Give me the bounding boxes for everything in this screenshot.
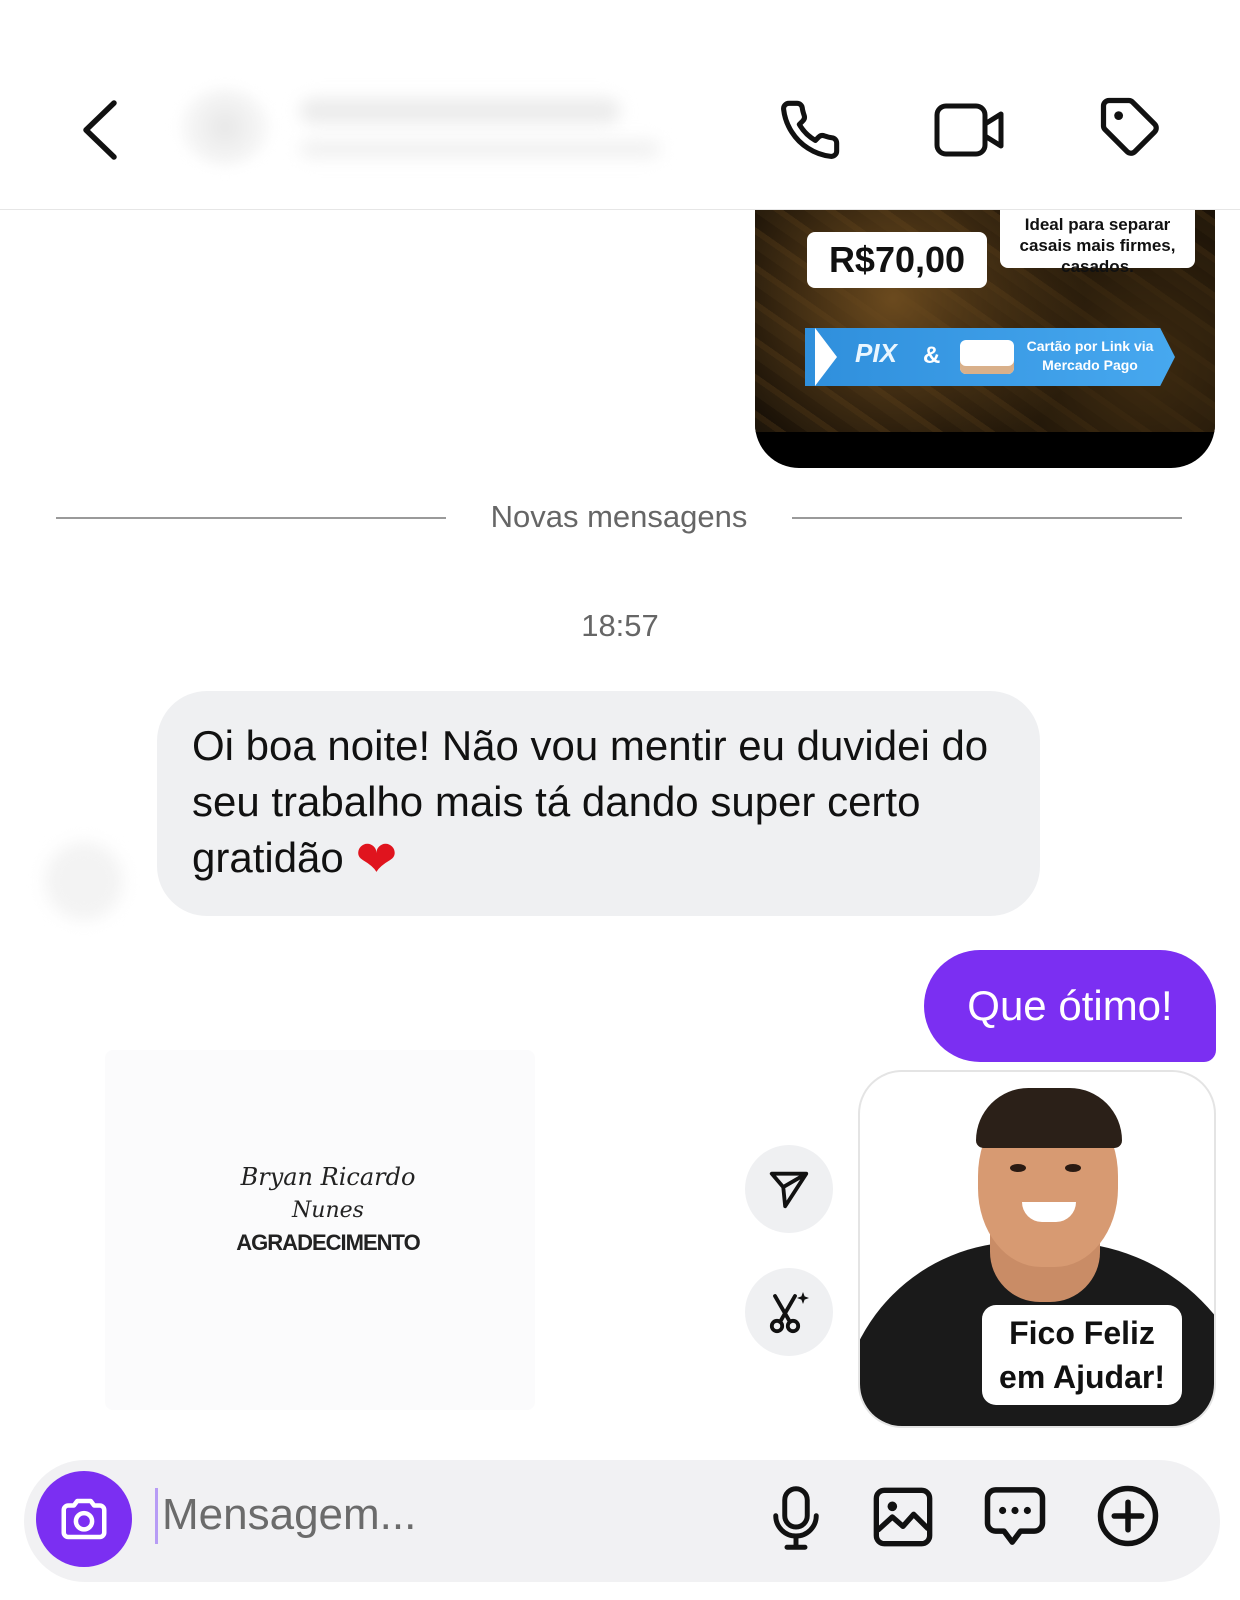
contact-subtitle [300,140,660,158]
contact-avatar[interactable] [180,88,270,166]
sticker-caption-line1: Fico Feliz [1009,1315,1155,1351]
sticker-caption: Fico Feliz em Ajudar! [982,1305,1182,1405]
image-attachment[interactable]: Bryan Ricardo Nunes AGRADECIMENTO [105,1050,535,1410]
call-button[interactable] [775,95,845,165]
chat-bubble-icon [984,1487,1046,1545]
divider-line-left [56,517,446,519]
back-button[interactable] [70,95,130,165]
message-input[interactable] [162,1480,722,1550]
chevron-left-icon [83,100,117,160]
voice-message-button[interactable] [763,1480,829,1556]
video-camera-icon [934,103,1004,157]
sender-avatar[interactable] [45,842,123,920]
ampersand-label: & [923,342,941,369]
person-hair [976,1088,1122,1148]
outgoing-message-bubble[interactable]: Que ótimo! [924,950,1216,1062]
sticker-image[interactable]: Fico Feliz em Ajudar! [858,1070,1216,1428]
ideal-text: Ideal para separar casais mais firmes, c… [1000,210,1195,276]
tag-icon [1100,97,1159,156]
phone-icon [781,100,840,159]
signature-surname: Nunes [292,1198,364,1223]
signature-title: AGRADECIMENTO [236,1230,420,1255]
new-messages-divider: Novas mensagens [490,499,748,534]
payment-banner: PIX & Cartão por Link via Mercado Pago [805,328,1175,386]
plus-circle-icon [1097,1485,1159,1547]
incoming-message-text: Oi boa noite! Não vou mentir eu duvidei … [192,722,989,881]
heart-emoji: ❤ [355,830,398,888]
signature-name: Bryan Ricardo [240,1163,416,1191]
divider-line-right [792,517,1182,519]
card-payment-text: Cartão por Link via Mercado Pago [1026,338,1154,373]
camera-icon [61,1498,107,1540]
pix-label: PIX [855,338,897,368]
more-options-button[interactable] [1092,1480,1164,1552]
tag-button[interactable] [1095,92,1167,164]
incoming-message-bubble[interactable]: Oi boa noite! Não vou mentir eu duvidei … [157,691,1040,916]
person-eye-left [1010,1164,1026,1172]
share-button[interactable] [745,1145,833,1233]
outgoing-message-text: Que ótimo! [967,982,1173,1029]
gallery-button[interactable] [868,1482,938,1552]
image-icon [873,1487,933,1547]
camera-button[interactable] [36,1471,132,1567]
shared-media-card[interactable]: R$70,00 Ideal para separar casais mais f… [755,210,1215,468]
sticker-button[interactable] [980,1480,1050,1552]
person-eye-right [1065,1164,1081,1172]
sticker-caption-line2: em Ajudar! [999,1359,1165,1395]
message-timestamp: 18:57 [581,608,659,643]
credit-card-icon [960,340,1014,374]
scissors-sparkle-icon [769,1292,809,1334]
microphone-icon [773,1486,819,1550]
text-cursor [155,1488,158,1544]
video-call-button[interactable] [930,95,1010,165]
remix-button[interactable] [745,1268,833,1356]
play-arrow-icon [815,328,837,386]
chat-header [0,0,1240,210]
price-label: R$70,00 [807,232,987,288]
contact-name[interactable] [300,98,620,124]
send-icon [769,1171,809,1209]
